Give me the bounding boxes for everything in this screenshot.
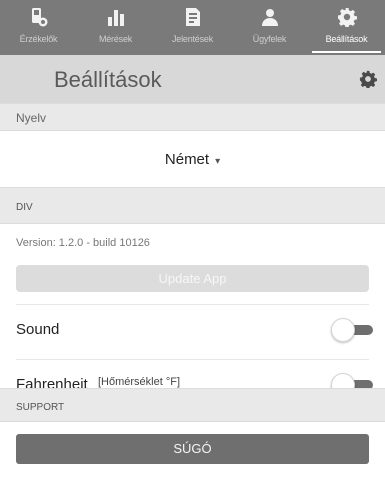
tab-measurements[interactable]: Mérések [77, 0, 154, 55]
language-select[interactable]: Német ▾ [0, 131, 385, 187]
toggle-knob [331, 318, 355, 342]
section-label: Nyelv [16, 111, 47, 125]
tab-label: Beállítások [325, 34, 368, 44]
divider [16, 359, 369, 360]
div-section-header: DIV [0, 187, 385, 224]
sound-toggle[interactable] [331, 318, 375, 342]
selected-language: Német [164, 151, 210, 168]
tab-customers[interactable]: Ügyfelek [231, 0, 308, 55]
page-header: Beállítások [0, 55, 385, 103]
tab-label: Jelentések [171, 34, 214, 44]
tab-label: Érzékelők [19, 34, 58, 44]
tab-settings[interactable]: Beállítások [308, 0, 385, 55]
section-label: DIV [16, 202, 33, 213]
bar-chart-icon [107, 10, 124, 26]
support-section-header: SUPPORT [0, 388, 385, 422]
gear-icon [337, 8, 357, 27]
fahrenheit-sublabel: [Hőmérséklet °F] [98, 376, 181, 388]
tab-reports[interactable]: Jelentések [154, 0, 231, 55]
users-icon [261, 9, 278, 26]
divider [16, 304, 369, 305]
tab-sensors[interactable]: Érzékelők [0, 0, 77, 55]
version-text: Version: 1.2.0 - build 10126 [16, 237, 150, 249]
chevron-down-icon: ▾ [215, 156, 221, 167]
report-icon [185, 8, 200, 26]
language-section-header: Nyelv [0, 103, 385, 131]
update-app-button[interactable]: Update App [16, 265, 369, 292]
help-button[interactable]: SÚGÓ [16, 434, 369, 464]
page-title: Beállítások [54, 67, 162, 92]
language-select-value: Német ▾ [0, 151, 385, 168]
tab-label: Mérések [98, 34, 133, 44]
gear-icon[interactable] [359, 70, 377, 88]
tab-bar: Érzékelők Mérések Jelentések Ügyfelek Be… [0, 0, 385, 55]
sensor-icon [31, 8, 47, 27]
section-label: SUPPORT [16, 402, 65, 413]
sound-label: Sound [16, 321, 60, 338]
tab-label: Ügyfelek [252, 34, 287, 44]
